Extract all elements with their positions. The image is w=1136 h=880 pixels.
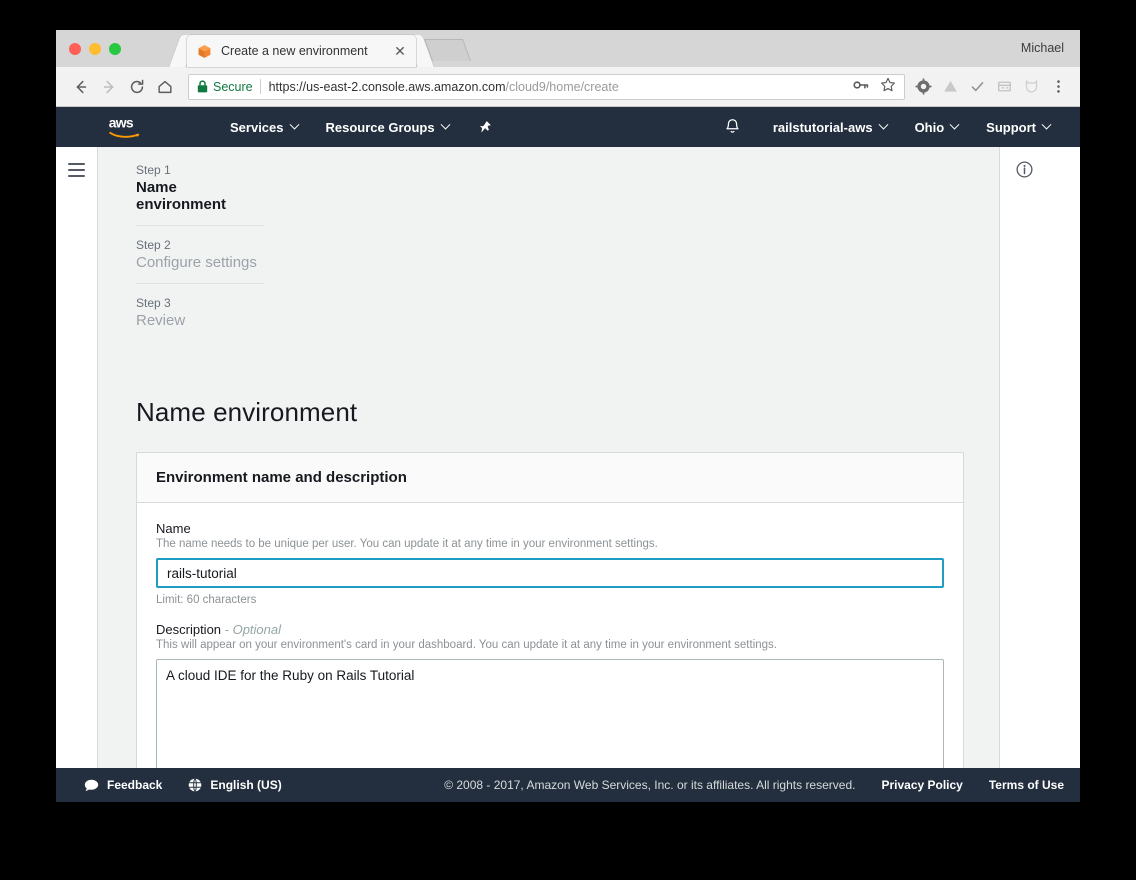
nav-services-label: Services: [230, 119, 284, 135]
step-label: Step 2: [136, 238, 171, 252]
chevron-down-icon: [289, 119, 299, 130]
browser-profile-name[interactable]: Michael: [1021, 41, 1064, 55]
maximize-window-button[interactable]: [109, 43, 121, 55]
omnibox-divider: [259, 79, 261, 94]
wizard-step-3[interactable]: Step 3 Review: [136, 283, 264, 341]
chevron-down-icon: [440, 119, 451, 130]
nav-services[interactable]: Services: [216, 119, 312, 135]
name-label: Name: [156, 521, 191, 536]
shield-fox-icon[interactable]: [1019, 75, 1043, 99]
close-window-button[interactable]: [69, 43, 81, 55]
tab-title-text: Create a new environment: [221, 44, 368, 58]
omnibox-actions: [843, 77, 896, 96]
secure-label: Secure: [213, 79, 253, 94]
browser-toolbar: Secure https://us-east-2.console.aws.ama…: [56, 67, 1080, 107]
step-title: Review: [136, 312, 186, 329]
environment-name-input[interactable]: [156, 558, 944, 588]
forward-button[interactable]: [95, 73, 123, 101]
window-traffic-lights: [69, 43, 121, 55]
aws-nav-right: railstutorial-aws Ohio Support: [724, 118, 1064, 136]
checkmark-extension-icon[interactable]: [965, 75, 989, 99]
globe-icon: [188, 778, 202, 792]
aws-nav-items: Services Resource Groups: [216, 119, 492, 135]
wizard-panel: Step 1 Name environment Step 2 Configure…: [97, 147, 1000, 802]
footer-language-link[interactable]: English (US): [188, 778, 282, 792]
footer-copyright: © 2008 - 2017, Amazon Web Services, Inc.…: [444, 778, 856, 792]
right-rail: [1000, 147, 1080, 802]
nav-resource-groups-label: Resource Groups: [325, 119, 435, 135]
lock-icon: [197, 80, 208, 93]
cloud9-cube-icon: [198, 44, 211, 58]
aws-console-page: aws Services Resource Groups railstutori…: [56, 107, 1080, 802]
bookmark-star-icon[interactable]: [880, 77, 896, 96]
chevron-down-icon: [949, 119, 960, 130]
url-path: /cloud9/home/create: [505, 79, 619, 94]
left-rail: [56, 147, 97, 802]
nav-account[interactable]: railstutorial-aws: [759, 119, 901, 135]
browser-tab-strip: Create a new environment ✕ Michael: [56, 30, 1080, 67]
nav-account-label: railstutorial-aws: [772, 119, 873, 135]
nav-support-label: Support: [986, 119, 1036, 135]
nav-region-label: Ohio: [914, 119, 945, 135]
url-origin: https://us-east-2.console.aws.amazon.com: [268, 79, 506, 94]
nav-support[interactable]: Support: [972, 119, 1064, 135]
environment-card: Environment name and description Name Th…: [136, 452, 964, 802]
step-title: Configure settings: [136, 254, 257, 271]
step-title: Name environment: [136, 179, 227, 213]
page-title: Name environment: [136, 397, 358, 427]
description-hint: This will appear on your environment's c…: [156, 639, 777, 651]
name-field-group: Name The name needs to be unique per use…: [156, 521, 944, 606]
chevron-down-icon: [1041, 119, 1052, 130]
card-body: Name The name needs to be unique per use…: [137, 503, 963, 802]
close-tab-button[interactable]: ✕: [392, 43, 408, 59]
menu-hamburger-icon[interactable]: [68, 163, 85, 802]
footer-privacy-link[interactable]: Privacy Policy: [881, 778, 962, 792]
aws-logo[interactable]: aws: [108, 114, 152, 140]
aws-footer: Feedback English (US) © 2008 - 2017, Ama…: [56, 768, 1080, 802]
home-button[interactable]: [151, 73, 179, 101]
name-hint: The name needs to be unique per user. Yo…: [156, 538, 658, 550]
step-label: Step 1: [136, 163, 171, 177]
svg-text:aws: aws: [109, 115, 134, 131]
google-drive-icon[interactable]: [938, 75, 962, 99]
address-bar[interactable]: Secure https://us-east-2.console.aws.ama…: [188, 73, 905, 100]
page-content: Step 1 Name environment Step 2 Configure…: [56, 147, 1080, 802]
info-circle-icon[interactable]: [1016, 161, 1033, 183]
speech-bubble-icon: [84, 779, 99, 792]
reload-button[interactable]: [123, 73, 151, 101]
footer-feedback-link[interactable]: Feedback: [84, 778, 162, 792]
extensions-bar: [911, 75, 1070, 99]
description-label: Description - Optional: [156, 622, 944, 637]
password-key-icon[interactable]: [853, 78, 869, 95]
wizard-steps: Step 1 Name environment Step 2 Configure…: [136, 147, 264, 341]
browser-window: Create a new environment ✕ Michael Secur…: [56, 30, 1080, 802]
wizard-step-1[interactable]: Step 1 Name environment: [136, 163, 264, 225]
url-text: https://us-east-2.console.aws.amazon.com…: [269, 80, 619, 94]
back-button[interactable]: [67, 73, 95, 101]
form-filler-icon[interactable]: [992, 75, 1016, 99]
chrome-menu-icon[interactable]: [1046, 75, 1070, 99]
card-header: Environment name and description: [137, 453, 963, 503]
footer-language-label: English (US): [210, 778, 282, 792]
minimize-window-button[interactable]: [89, 43, 101, 55]
nav-region[interactable]: Ohio: [901, 119, 973, 135]
gear-extension-icon[interactable]: [911, 75, 935, 99]
step-label: Step 3: [136, 296, 171, 310]
footer-terms-link[interactable]: Terms of Use: [989, 778, 1064, 792]
chevron-down-icon: [878, 119, 889, 130]
footer-links: Privacy Policy Terms of Use: [855, 778, 1064, 792]
aws-top-nav: aws Services Resource Groups railstutori…: [56, 107, 1080, 147]
pin-icon[interactable]: [477, 120, 492, 135]
wizard-step-2[interactable]: Step 2 Configure settings: [136, 225, 264, 283]
browser-tab[interactable]: Create a new environment ✕: [187, 35, 416, 67]
notification-bell-icon[interactable]: [724, 118, 741, 136]
description-optional-text: - Optional: [221, 622, 282, 637]
footer-feedback-label: Feedback: [107, 778, 163, 792]
card-title: Environment name and description: [156, 469, 407, 486]
nav-resource-groups[interactable]: Resource Groups: [312, 119, 463, 135]
new-tab-button[interactable]: [423, 39, 472, 61]
description-label-text: Description: [156, 622, 222, 637]
name-limit-text: Limit: 60 characters: [156, 594, 257, 606]
